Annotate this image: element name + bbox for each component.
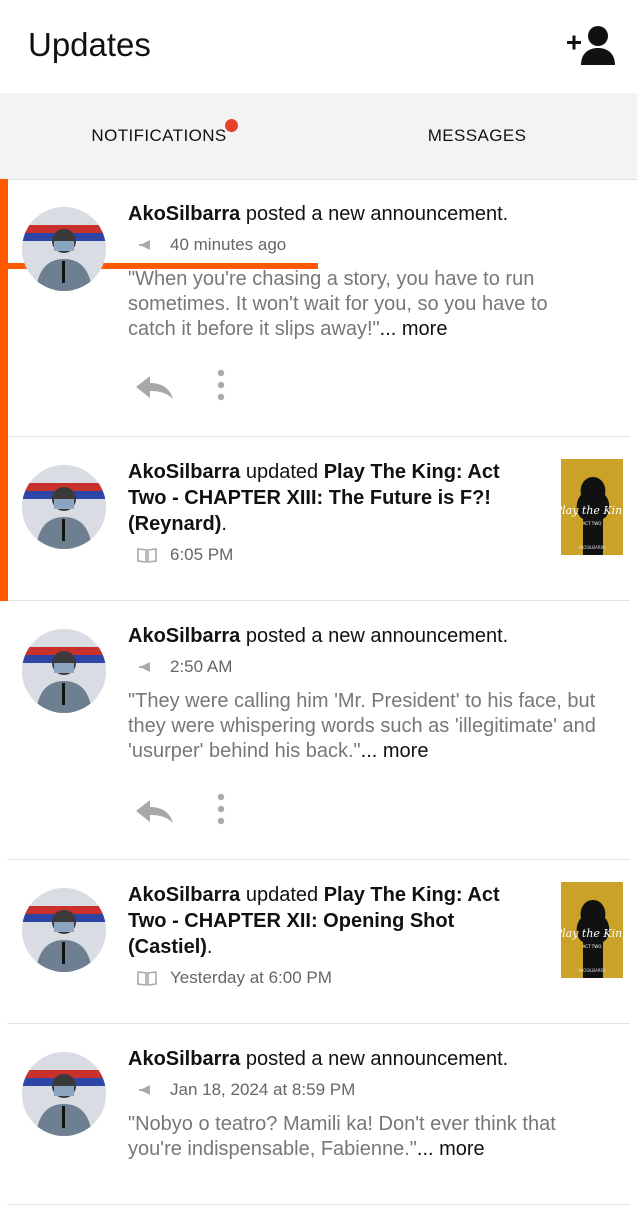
- tab-notifications[interactable]: NOTIFICATIONS: [0, 93, 318, 179]
- more-link[interactable]: ... more: [361, 740, 429, 762]
- timestamp: Jan 18, 2024 at 8:59 PM: [170, 1080, 356, 1099]
- timestamp: Yesterday at 6:00 PM: [170, 968, 332, 987]
- announcement-excerpt: "When you're chasing a story, you have t…: [128, 267, 598, 342]
- megaphone-icon: [139, 662, 150, 672]
- notification-action: posted a new announcement.: [240, 203, 509, 225]
- tab-messages-label: MESSAGES: [427, 126, 527, 145]
- timestamp: 6:05 PM: [170, 545, 234, 564]
- book-icon: [137, 548, 157, 563]
- cover-subtitle: ACT TWO: [583, 944, 602, 949]
- page-title: Updates: [28, 26, 151, 63]
- avatar[interactable]: [22, 888, 106, 972]
- username-link[interactable]: AkoSilbarra: [128, 461, 240, 483]
- more-link[interactable]: ... more: [380, 318, 448, 340]
- item-actions: [132, 793, 225, 831]
- list-item[interactable]: AkoSilbarra posted a new announcement. 4…: [0, 179, 630, 437]
- avatar[interactable]: [22, 1052, 106, 1136]
- add-user-icon[interactable]: [565, 24, 617, 66]
- notification-tail: .: [206, 936, 213, 958]
- more-link[interactable]: ... more: [417, 1138, 485, 1160]
- avatar[interactable]: [22, 629, 106, 713]
- list-item[interactable]: AkoSilbarra updated Play The King: Act T…: [7, 860, 630, 1024]
- megaphone-icon: [139, 240, 150, 250]
- timestamp: 2:50 AM: [170, 657, 233, 676]
- cover-title: Play the King: [561, 927, 623, 940]
- username-link[interactable]: AkoSilbarra: [128, 203, 240, 225]
- story-cover[interactable]: Play the King ACT TWO AKOSILBARRA: [554, 882, 629, 978]
- avatar[interactable]: [22, 465, 106, 549]
- username-link[interactable]: AkoSilbarra: [128, 1048, 240, 1070]
- notification-action: updated: [240, 884, 324, 906]
- story-cover[interactable]: Play the King ACT TWO AKOSILBARRA: [554, 459, 629, 555]
- notification-text: AkoSilbarra updated Play The King: Act T…: [128, 459, 528, 537]
- notification-text: AkoSilbarra updated Play The King: Act T…: [128, 882, 508, 960]
- more-options-icon[interactable]: [214, 792, 228, 826]
- notification-meta: Yesterday at 6:00 PM: [128, 968, 508, 988]
- list-item[interactable]: AkoSilbarra posted a new announcement. J…: [7, 1024, 630, 1205]
- list-item[interactable]: AkoSilbarra posted a new announcement. 2…: [7, 601, 630, 860]
- tab-messages[interactable]: MESSAGES: [318, 93, 636, 179]
- unread-indicator: [0, 179, 8, 437]
- notification-meta: 6:05 PM: [128, 545, 528, 565]
- username-link[interactable]: AkoSilbarra: [128, 884, 240, 906]
- notification-text: AkoSilbarra posted a new announcement.: [128, 1046, 598, 1072]
- notification-action: updated: [240, 461, 324, 483]
- notification-feed: AkoSilbarra posted a new announcement. 4…: [0, 179, 637, 1205]
- tab-bar: NOTIFICATIONS MESSAGES: [0, 93, 637, 269]
- notification-meta: 2:50 AM: [128, 657, 613, 677]
- excerpt-text: "Nobyo o teatro? Mamili ka! Don't ever t…: [128, 1113, 556, 1160]
- unread-badge: [225, 119, 238, 132]
- list-item[interactable]: AkoSilbarra updated Play The King: Act T…: [0, 437, 630, 601]
- cover-author: AKOSILBARRA: [578, 545, 606, 550]
- notification-action: posted a new announcement.: [240, 625, 509, 647]
- item-actions: [132, 369, 225, 407]
- cover-subtitle: ACT TWO: [583, 521, 602, 526]
- notification-meta: Jan 18, 2024 at 8:59 PM: [128, 1080, 598, 1100]
- cover-author: AKOSILBARRA: [578, 968, 606, 973]
- unread-indicator: [0, 437, 8, 601]
- notification-text: AkoSilbarra posted a new announcement.: [128, 623, 613, 649]
- timestamp: 40 minutes ago: [170, 235, 287, 254]
- announcement-excerpt: "Nobyo o teatro? Mamili ka! Don't ever t…: [128, 1112, 598, 1162]
- book-icon: [137, 971, 157, 986]
- tab-notifications-label: NOTIFICATIONS: [91, 126, 227, 145]
- avatar[interactable]: [22, 207, 106, 291]
- announcement-excerpt: "They were calling him 'Mr. President' t…: [128, 689, 613, 764]
- notification-tail: .: [221, 513, 227, 535]
- username-link[interactable]: AkoSilbarra: [128, 625, 240, 647]
- cover-title: Play the King: [561, 504, 623, 517]
- reply-icon[interactable]: [132, 796, 176, 826]
- excerpt-text: "When you're chasing a story, you have t…: [128, 268, 548, 340]
- notification-action: posted a new announcement.: [240, 1048, 509, 1070]
- notification-text: AkoSilbarra posted a new announcement.: [128, 201, 598, 227]
- notification-meta: 40 minutes ago: [128, 235, 598, 255]
- more-options-icon[interactable]: [214, 368, 228, 402]
- megaphone-icon: [139, 1085, 150, 1095]
- app-header: Updates: [0, 0, 637, 93]
- reply-icon[interactable]: [132, 372, 176, 402]
